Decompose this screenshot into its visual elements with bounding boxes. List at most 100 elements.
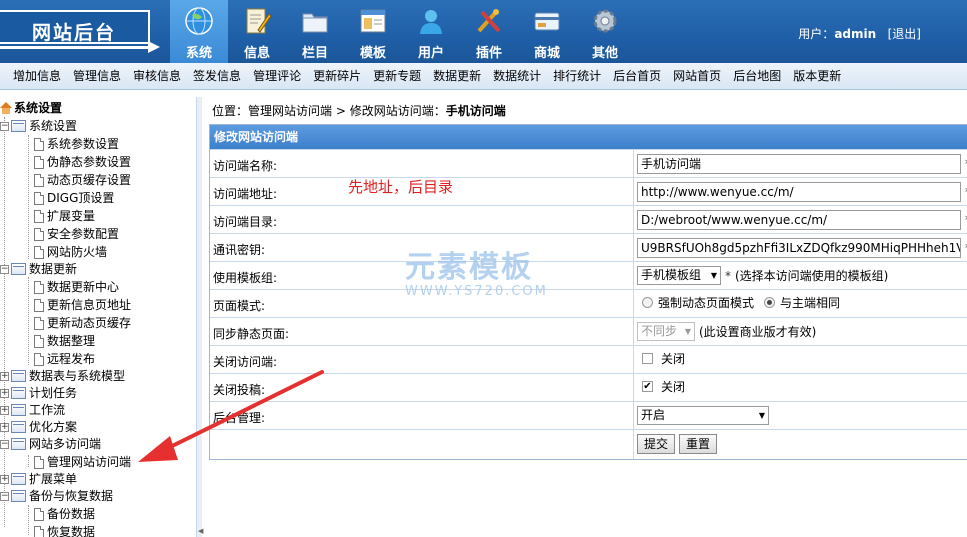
submenu-item[interactable]: 排行统计 — [547, 63, 607, 90]
nav-user[interactable]: 用户 — [402, 0, 460, 63]
globe-icon — [185, 7, 213, 35]
watermark: 元素模板 WWW.YS720.COM — [405, 242, 548, 299]
submit-button[interactable]: 提交 — [637, 434, 676, 454]
breadcrumb-link[interactable]: 管理网站访问端 — [248, 104, 332, 118]
tree-item-label: 安全参数配置 — [47, 227, 120, 241]
submenu-item[interactable]: 后台地图 — [727, 63, 787, 90]
tree-item[interactable]: 恢复数据 — [34, 523, 95, 537]
submenu-item[interactable]: 管理评论 — [247, 63, 307, 90]
reset-button[interactable]: 重置 — [679, 434, 718, 454]
cell-divider — [633, 374, 634, 401]
submenu-item[interactable]: 更新专题 — [367, 63, 427, 90]
scroll-arrow-icon[interactable]: ◀ — [198, 527, 203, 535]
page-icon — [34, 352, 44, 366]
tree-item-manage-access[interactable]: 管理网站访问端 — [34, 453, 131, 471]
tree-item-label: 备份数据 — [47, 507, 96, 521]
tree-item[interactable]: 更新动态页缓存 — [34, 314, 131, 332]
tree-item[interactable]: 扩展变量 — [34, 207, 95, 225]
cell-divider — [633, 430, 634, 459]
expand-icon[interactable]: + — [0, 388, 9, 398]
tree-item[interactable]: 安全参数配置 — [34, 225, 119, 243]
submenu-item[interactable]: 增加信息 — [7, 63, 67, 90]
cell-divider — [633, 178, 634, 205]
nav-other[interactable]: 其他 — [576, 0, 634, 63]
breadcrumb-current: 手机访问端 — [445, 104, 506, 118]
tree-group-system[interactable]: − 系统设置 — [0, 117, 77, 135]
tree-group-workflow[interactable]: + 工作流 — [0, 401, 65, 419]
field-label: 同步静态页面: — [213, 327, 290, 341]
nav-plugin[interactable]: 插件 — [460, 0, 518, 63]
nav-column[interactable]: 栏目 — [286, 0, 344, 63]
tree-group-tables-models[interactable]: + 数据表与系统模型 — [0, 367, 125, 385]
submenu-item[interactable]: 网站首页 — [667, 63, 727, 90]
tree-item-label: 远程发布 — [47, 352, 96, 366]
folder-open-icon — [11, 438, 26, 450]
expand-icon[interactable]: + — [0, 405, 9, 415]
key-input[interactable]: U9BRSfUOh8gd5pzhFfi3ILxZDQfkz990MHiqPHHh… — [637, 238, 961, 258]
expand-icon[interactable]: + — [0, 474, 9, 484]
field-label: 关闭投稿: — [213, 383, 266, 397]
logout-link[interactable]: [退出] — [888, 27, 921, 41]
sidebar-scrollbar[interactable]: ◀ — [196, 97, 203, 537]
mode-dynamic-radio[interactable] — [642, 297, 653, 308]
collapse-icon[interactable]: − — [0, 121, 9, 131]
sub-menu: 增加信息 管理信息 审核信息 签发信息 管理评论 更新碎片 更新专题 数据更新 … — [0, 63, 967, 90]
close-post-checkbox[interactable]: ✔ — [642, 381, 653, 392]
mode-option-label: 与主端相同 — [780, 296, 841, 310]
name-input[interactable]: 手机访问端 — [637, 154, 961, 174]
tree-group-label: 数据表与系统模型 — [29, 369, 126, 383]
submenu-item[interactable]: 更新碎片 — [307, 63, 367, 90]
expand-icon[interactable]: + — [0, 371, 9, 381]
collapse-icon[interactable]: − — [0, 491, 9, 501]
submenu-item[interactable]: 管理信息 — [67, 63, 127, 90]
tree-item[interactable]: 数据更新中心 — [34, 278, 119, 296]
window-icon — [360, 9, 386, 33]
submenu-item[interactable]: 签发信息 — [187, 63, 247, 90]
collapse-icon[interactable]: − — [0, 439, 9, 449]
tree-item[interactable]: DIGG顶设置 — [34, 189, 114, 207]
nav-shop[interactable]: 商城 — [518, 0, 576, 63]
mode-same-radio[interactable] — [764, 297, 776, 308]
row-dir: 访问端目录: D:/webroot/www.wenyue.cc/m/* — [210, 205, 967, 233]
tree-item[interactable]: 伪静态参数设置 — [34, 153, 131, 171]
submenu-item[interactable]: 后台首页 — [607, 63, 667, 90]
cell-divider — [633, 234, 634, 261]
tree-group-backup[interactable]: − 备份与恢复数据 — [0, 487, 113, 505]
tree-group-label: 工作流 — [29, 403, 66, 417]
tree-item[interactable]: 备份数据 — [34, 505, 95, 523]
template-select[interactable]: 手机模板组 ▼ — [637, 266, 721, 285]
tree-group-tasks[interactable]: + 计划任务 — [0, 384, 77, 402]
nav-system[interactable]: 系统 — [170, 0, 228, 63]
sync-select[interactable]: 不同步 ▼ — [637, 322, 695, 341]
submenu-item[interactable]: 数据更新 — [427, 63, 487, 90]
close-access-checkbox[interactable] — [642, 353, 653, 364]
submenu-item[interactable]: 版本更新 — [787, 63, 847, 90]
nav-template[interactable]: 模板 — [344, 0, 402, 63]
tree-item[interactable]: 更新信息页地址 — [34, 296, 131, 314]
tree-item[interactable]: 远程发布 — [34, 350, 95, 368]
tree-root[interactable]: 系统设置 — [0, 99, 62, 117]
edit-access-form: 修改网站访问端 访问端名称: 手机访问端* 访问端地址: http://www.… — [209, 124, 967, 460]
nav-label: 商城 — [533, 46, 560, 61]
tree-group-ext-menu[interactable]: + 扩展菜单 — [0, 470, 77, 488]
tree-item-label: 数据更新中心 — [47, 280, 120, 294]
collapse-icon[interactable]: − — [0, 264, 9, 274]
main-nav: 系统 信息 栏目 模板 用户 插件 商城 其他 — [170, 0, 634, 63]
field-label: 访问端名称: — [213, 159, 278, 173]
gear-icon — [593, 9, 617, 33]
tree-group-optimization[interactable]: + 优化方案 — [0, 418, 77, 436]
tree-item[interactable]: 动态页缓存设置 — [34, 171, 131, 189]
tree-group-data-update[interactable]: − 数据更新 — [0, 260, 77, 278]
submenu-item[interactable]: 审核信息 — [127, 63, 187, 90]
tree-group-multi-access[interactable]: − 网站多访问端 — [0, 435, 101, 453]
expand-icon[interactable]: + — [0, 422, 9, 432]
nav-info[interactable]: 信息 — [228, 0, 286, 63]
tree-item[interactable]: 系统参数设置 — [34, 135, 119, 153]
tree-group-label: 数据更新 — [29, 262, 78, 276]
tree-item[interactable]: 网站防火墙 — [34, 243, 107, 261]
submenu-item[interactable]: 数据统计 — [487, 63, 547, 90]
tree-item[interactable]: 数据整理 — [34, 332, 95, 350]
dir-input[interactable]: D:/webroot/www.wenyue.cc/m/ — [637, 210, 961, 230]
admin-select[interactable]: 开启 ▼ — [637, 406, 769, 425]
url-input[interactable]: http://www.wenyue.cc/m/ — [637, 182, 961, 202]
